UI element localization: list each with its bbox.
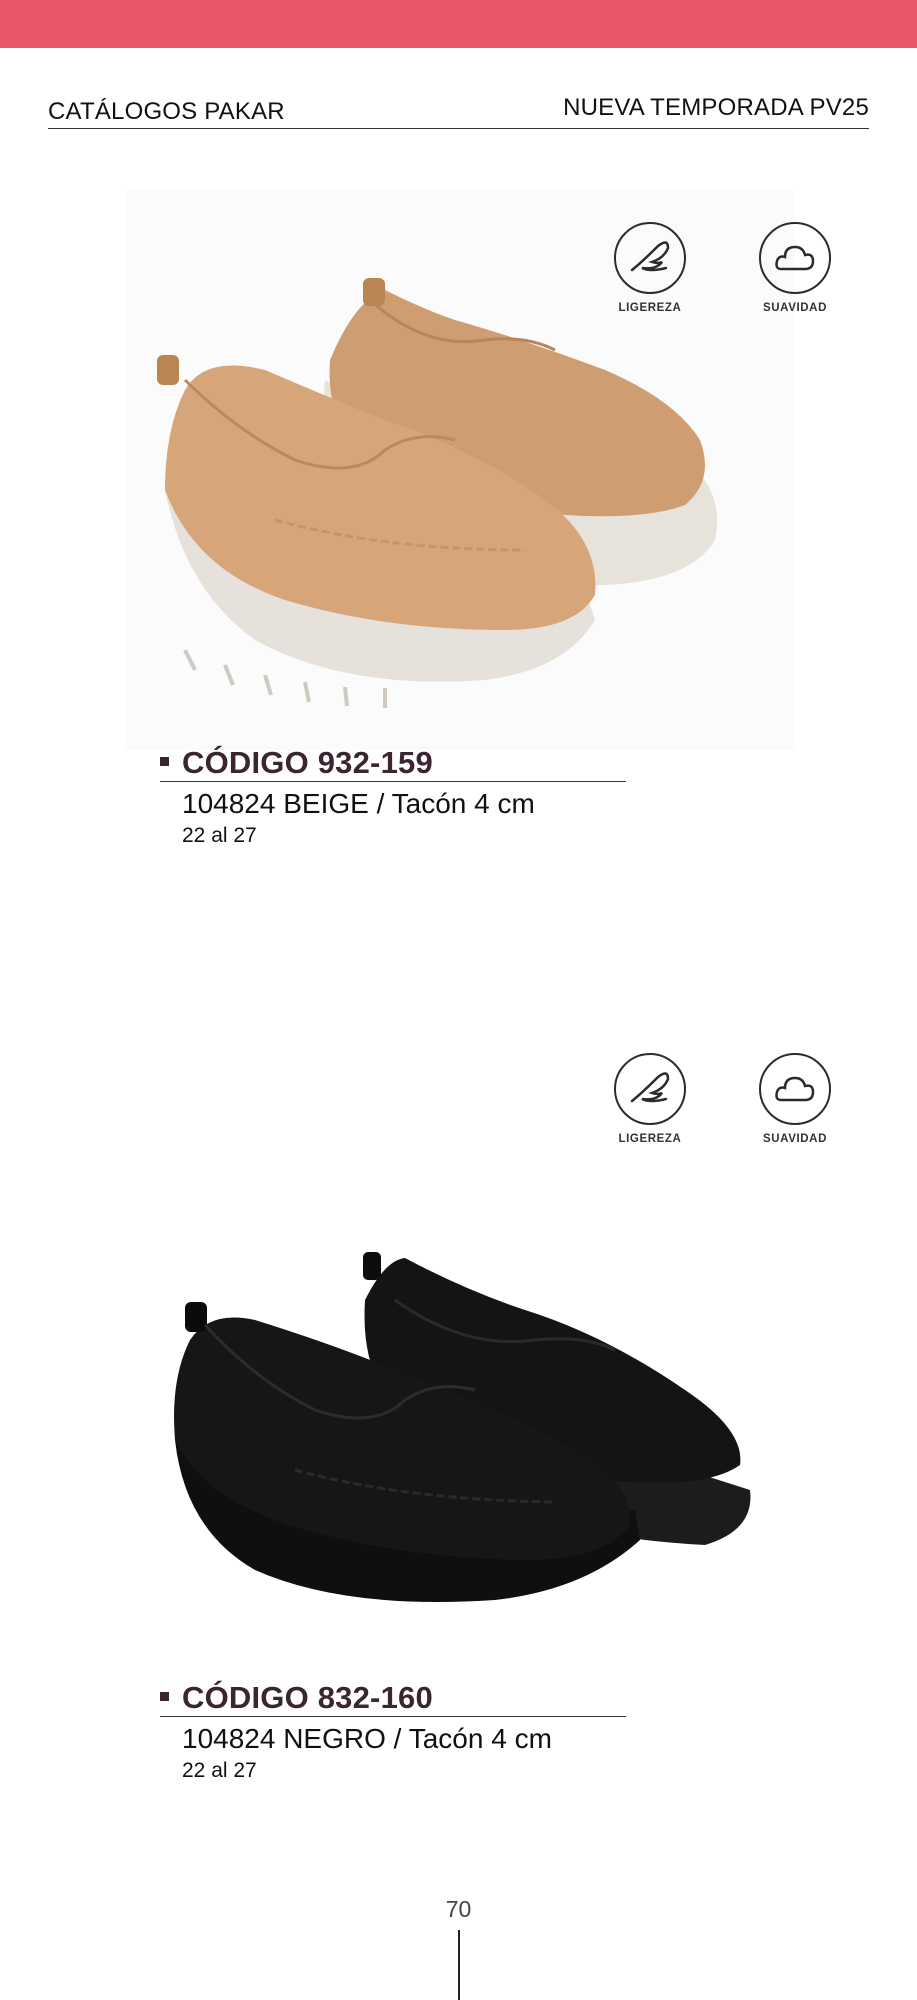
bullet-square bbox=[160, 1692, 169, 1701]
feature-softness: SUAVIDAD bbox=[740, 222, 850, 314]
cloud-icon bbox=[759, 1053, 831, 1125]
product-code: CÓDIGO 932-159 bbox=[182, 745, 433, 780]
feather-icon bbox=[614, 222, 686, 294]
product-sizes: 22 al 27 bbox=[182, 824, 257, 847]
feather-icon bbox=[614, 1053, 686, 1125]
page-header: CATÁLOGOS PAKAR NUEVA TEMPORADA PV25 bbox=[48, 94, 869, 129]
code-row: CÓDIGO 832-160 bbox=[160, 1678, 626, 1717]
product-code: CÓDIGO 832-160 bbox=[182, 1680, 433, 1715]
product-info: CÓDIGO 832-160 104824 NEGRO / Tacón 4 cm… bbox=[160, 1678, 626, 1783]
feature-label: SUAVIDAD bbox=[762, 1133, 827, 1145]
feature-label: LIGEREZA bbox=[618, 302, 682, 314]
product-photo-black bbox=[174, 1252, 751, 1602]
cloud-icon bbox=[759, 222, 831, 294]
top-accent-bar bbox=[0, 0, 917, 48]
catalog-name: CATÁLOGOS PAKAR bbox=[48, 98, 285, 125]
feature-lightness: LIGEREZA bbox=[595, 1053, 705, 1145]
page-divider-line bbox=[458, 1930, 460, 2000]
product-info: CÓDIGO 932-159 104824 BEIGE / Tacón 4 cm… bbox=[160, 743, 626, 848]
product-description: 104824 NEGRO / Tacón 4 cm bbox=[182, 1723, 552, 1754]
product-sizes: 22 al 27 bbox=[182, 1759, 257, 1782]
feature-lightness: LIGEREZA bbox=[595, 222, 705, 314]
page-number: 70 bbox=[445, 1896, 472, 1922]
bullet-square bbox=[160, 757, 169, 766]
product-description: 104824 BEIGE / Tacón 4 cm bbox=[182, 788, 535, 819]
feature-softness: SUAVIDAD bbox=[740, 1053, 850, 1145]
code-row: CÓDIGO 932-159 bbox=[160, 743, 626, 782]
feature-label: LIGEREZA bbox=[618, 1133, 682, 1145]
season-label: NUEVA TEMPORADA PV25 bbox=[563, 94, 869, 121]
feature-label: SUAVIDAD bbox=[762, 302, 827, 314]
